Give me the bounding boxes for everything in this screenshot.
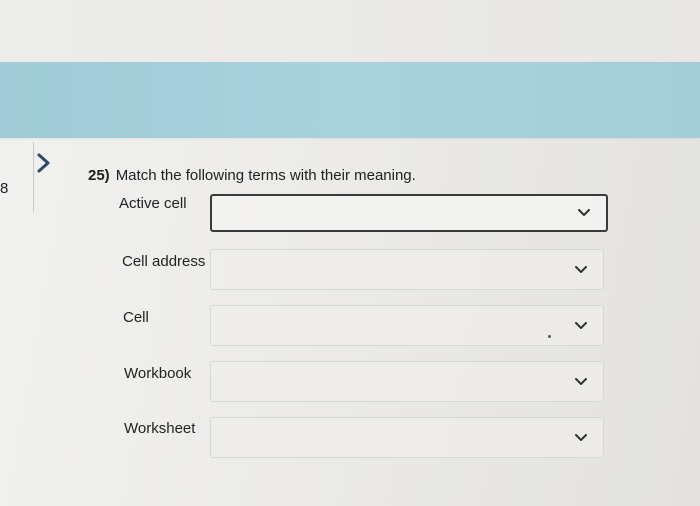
top-area xyxy=(0,0,700,62)
question-text: Match the following terms with their mea… xyxy=(115,167,416,184)
chevron-down-icon xyxy=(575,321,587,330)
chevron-down-icon xyxy=(575,433,587,442)
select-cell-address[interactable] xyxy=(210,249,604,290)
header-banner xyxy=(0,62,700,138)
question-number: 25) xyxy=(88,167,110,184)
side-question-number: 8 xyxy=(0,180,9,197)
cursor-dot xyxy=(548,335,551,338)
row-label-cell: Cell xyxy=(123,309,149,326)
chevron-down-icon xyxy=(575,265,587,274)
select-workbook[interactable] xyxy=(210,361,604,402)
question-title: 25) Match the following terms with their … xyxy=(88,167,416,184)
select-active-cell[interactable] xyxy=(210,194,608,232)
select-cell[interactable] xyxy=(210,305,604,346)
page-background: 8 25) Match the following terms with thei… xyxy=(0,0,700,506)
row-label-worksheet: Worksheet xyxy=(124,420,196,437)
row-label-cell-address: Cell address xyxy=(122,253,206,270)
select-worksheet[interactable] xyxy=(210,417,604,458)
chevron-right-icon[interactable] xyxy=(33,152,55,174)
row-label-active-cell: Active cell xyxy=(119,195,187,212)
row-label-workbook: Workbook xyxy=(124,365,192,382)
chevron-down-icon xyxy=(578,209,590,217)
chevron-down-icon xyxy=(575,377,587,386)
